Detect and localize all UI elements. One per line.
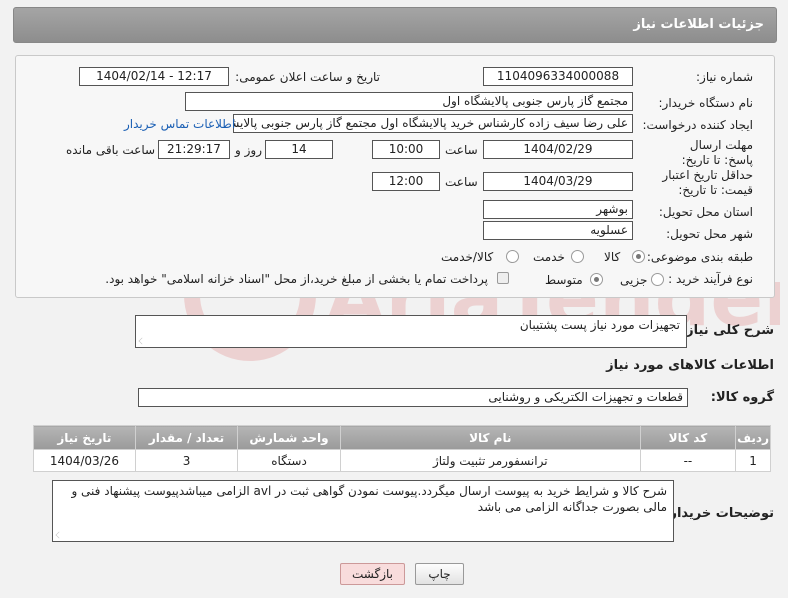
days-label: روز و <box>235 143 262 157</box>
city-field[interactable]: عسلویه <box>483 221 633 240</box>
remaining-time-field[interactable]: 21:29:17 <box>158 140 230 159</box>
description-text: تجهیزات مورد نیاز پست پشتیبان <box>519 318 680 332</box>
province-field[interactable]: بوشهر <box>483 200 633 219</box>
contact-info-link[interactable]: اطلاعات تماس خریدار <box>124 117 235 131</box>
cell-row-number: 1 <box>735 449 771 472</box>
city-label: شهر محل تحویل: <box>666 227 753 241</box>
print-button[interactable]: چاپ <box>415 563 464 585</box>
col-header-need-date: تاریخ نیاز <box>33 425 136 450</box>
col-header-quantity: تعداد / مقدار <box>134 425 239 450</box>
buyer-notes-textarea[interactable]: شرح کالا و شرایط خرید به پیوست ارسال میگ… <box>52 480 674 542</box>
province-label: استان محل تحویل: <box>658 205 753 219</box>
cell-need-date: 1404/03/26 <box>33 449 136 472</box>
category-radio-service[interactable] <box>571 250 584 263</box>
requester-label: ایجاد کننده درخواست: <box>642 118 753 132</box>
process-radio-minor[interactable] <box>651 273 664 286</box>
process-option-minor: جزیی <box>620 273 648 287</box>
days-field[interactable]: 14 <box>265 140 333 159</box>
cell-quantity: 3 <box>134 449 239 472</box>
buyer-org-label: نام دستگاه خریدار: <box>658 96 754 110</box>
reply-time-label: ساعت <box>445 143 478 157</box>
goods-table: ردیف کد کالا نام کالا واحد شمارش تعداد /… <box>33 425 771 472</box>
col-header-goods-code: کد کالا <box>639 425 737 450</box>
category-radio-both[interactable] <box>506 250 519 263</box>
reply-deadline-label: مهلت ارسال پاسخ: تا تاریخ: <box>681 138 753 167</box>
cell-goods-name: ترانسفورمر تثبیت ولتاژ <box>339 449 641 472</box>
price-time-field[interactable]: 12:00 <box>372 172 440 191</box>
category-radio-goods[interactable] <box>632 250 645 263</box>
need-number-field[interactable]: 1104096334000088 <box>483 67 633 86</box>
process-option-medium: متوسط <box>545 273 583 287</box>
goods-group-field[interactable]: قطعات و تجهیزات الکتریکی و روشنایی <box>138 388 688 407</box>
price-time-label: ساعت <box>445 175 478 189</box>
requester-field[interactable]: علی رضا سیف زاده کارشناس خرید پالایشگاه … <box>233 114 633 133</box>
buyer-notes-label: توضیحات خریدار: <box>664 506 774 521</box>
back-button[interactable]: بازگشت <box>340 563 405 585</box>
announce-label: تاریخ و ساعت اعلان عمومی: <box>235 70 380 84</box>
category-option-both: کالا/خدمت <box>441 250 494 264</box>
category-option-service: خدمت <box>533 250 565 264</box>
cell-unit: دستگاه <box>237 449 341 472</box>
reply-time-field[interactable]: 10:00 <box>372 140 440 159</box>
reply-date-field[interactable]: 1404/02/29 <box>483 140 633 159</box>
table-row[interactable]: 1 -- ترانسفورمر تثبیت ولتاژ دستگاه 3 140… <box>33 449 771 472</box>
page-header: جزئیات اطلاعات نیاز <box>13 7 777 43</box>
resize-handle-icon[interactable] <box>55 531 63 539</box>
col-header-unit: واحد شمارش <box>237 425 341 450</box>
goods-group-label: گروه کالا: <box>710 390 774 405</box>
col-header-goods-name: نام کالا <box>339 425 641 450</box>
process-radio-medium[interactable] <box>590 273 603 286</box>
category-option-goods: کالا <box>604 250 621 264</box>
category-label: طبقه بندی موضوعی: <box>646 250 753 264</box>
need-number-label: شماره نیاز: <box>696 70 753 84</box>
treasury-payment-note: پرداخت تمام یا بخشی از مبلغ خرید،از محل … <box>105 272 488 286</box>
price-date-field[interactable]: 1404/03/29 <box>483 172 633 191</box>
process-label: نوع فرآیند خرید : <box>668 272 753 286</box>
description-label: شرح کلی نیاز: <box>680 323 774 338</box>
buyer-org-field[interactable]: مجتمع گاز پارس جنوبی پالایشگاه اول <box>185 92 633 111</box>
announce-field[interactable]: 1404/02/14 - 12:17 <box>79 67 229 86</box>
cell-goods-code: -- <box>639 449 737 472</box>
resize-handle-icon[interactable] <box>138 337 146 345</box>
goods-table-header-row: ردیف کد کالا نام کالا واحد شمارش تعداد /… <box>33 425 771 450</box>
col-header-row-number: ردیف <box>735 425 771 450</box>
goods-section-title: اطلاعات کالاهای مورد نیاز <box>606 358 774 373</box>
buyer-notes-text: شرح کالا و شرایط خرید به پیوست ارسال میگ… <box>71 484 667 514</box>
description-textarea[interactable]: تجهیزات مورد نیاز پست پشتیبان <box>135 315 687 348</box>
treasury-payment-checkbox[interactable] <box>497 272 509 284</box>
price-deadline-label: حداقل تاریخ اعتبار قیمت: تا تاریخ: <box>662 168 753 197</box>
remaining-time-label: ساعت باقی مانده <box>66 143 156 157</box>
page-title: جزئیات اطلاعات نیاز <box>633 17 764 32</box>
